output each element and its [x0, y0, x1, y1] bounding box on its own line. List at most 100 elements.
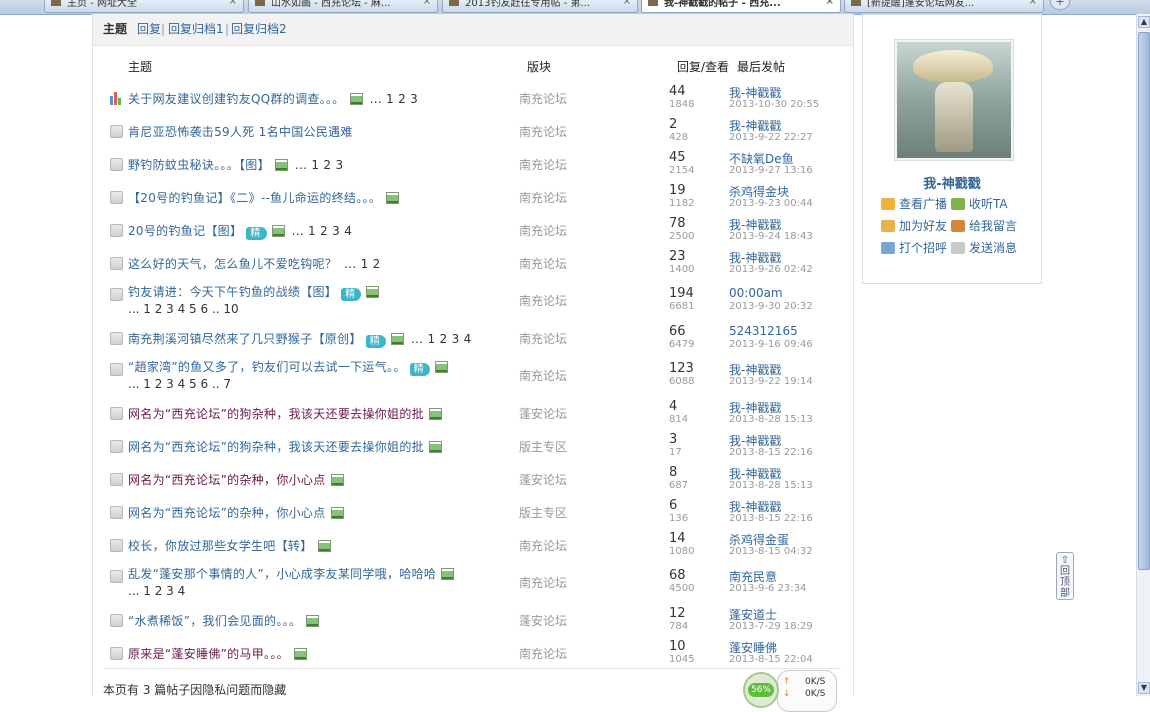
- thread-title-link[interactable]: 网名为“西充论坛”的杂种，你小心点: [128, 506, 326, 520]
- last-post-time-link[interactable]: 2013-9-22 22:27: [729, 132, 813, 143]
- tab-reply-archive-2[interactable]: 回复归档2: [231, 22, 287, 36]
- last-post-time-link[interactable]: 2013-9-16 09:46: [729, 339, 813, 350]
- last-post-time-link[interactable]: 2013-9-24 18:43: [729, 231, 813, 242]
- last-post-time-link[interactable]: 2013-9-23 00:44: [729, 198, 813, 209]
- network-speed-widget[interactable]: 56% ↑ ↓ 0K/S 0K/S: [743, 670, 837, 712]
- last-post-time-link[interactable]: 2013-9-6 23:34: [729, 583, 806, 594]
- thread-forum-link[interactable]: 蓬安论坛: [519, 471, 567, 488]
- thread-row: “水煮稀饭”，我们会见面的。。。 蓬安论坛 12 784 蓬安道士 2013-7-29 1…: [105, 602, 841, 636]
- close-tab-icon[interactable]: ×: [1029, 0, 1037, 7]
- topic-icon: [110, 539, 123, 552]
- thread-title-link[interactable]: “趙家湾”的鱼又多了，钓友们可以去试一下运气。。: [128, 360, 406, 374]
- thread-pagination[interactable]: ... 1 2 3: [295, 158, 344, 172]
- tab-replies[interactable]: 回复: [137, 22, 161, 36]
- last-post-time-link[interactable]: 2013-10-30 20:55: [729, 99, 819, 110]
- thread-forum-link[interactable]: 南充论坛: [519, 156, 567, 173]
- thread-title-link[interactable]: 南充荆溪河镇尽然来了几只野猴子【原创】: [128, 332, 362, 346]
- thread-forum-link[interactable]: 南充论坛: [519, 367, 567, 384]
- thread-forum-link[interactable]: 南充论坛: [519, 255, 567, 272]
- view-broadcast-link[interactable]: 查看广播: [881, 195, 947, 212]
- leave-message-link[interactable]: 给我留言: [951, 217, 1017, 234]
- thread-pagination[interactable]: ... 1 2 3 4 5 6 .. 7: [128, 377, 231, 391]
- last-post-time-link[interactable]: 2013-9-30 20:32: [729, 301, 813, 312]
- thread-forum-link[interactable]: 南充论坛: [519, 537, 567, 554]
- thread-forum-link[interactable]: 南充论坛: [519, 222, 567, 239]
- thread-pagination[interactable]: ... 1 2 3 4: [411, 332, 472, 346]
- say-hello-link[interactable]: 打个招呼: [881, 239, 947, 256]
- close-tab-icon[interactable]: ×: [423, 0, 431, 7]
- thread-pagination[interactable]: ... 1 2 3 4: [128, 584, 185, 598]
- last-post-time-link[interactable]: 2013-9-22 19:14: [729, 376, 813, 387]
- last-post-time-link[interactable]: 2013-9-26 02:42: [729, 264, 813, 275]
- close-tab-icon[interactable]: ×: [229, 0, 237, 7]
- thread-forum-link[interactable]: 版主专区: [519, 438, 567, 455]
- close-tab-icon[interactable]: ×: [623, 0, 631, 7]
- last-post-time-link[interactable]: 2013-7-29 18:29: [729, 621, 813, 632]
- browser-tab-label: 2013钓友赶往专用帖 - 第...: [465, 0, 590, 9]
- last-post-time-link[interactable]: 2013-9-27 13:16: [729, 165, 813, 176]
- vertical-scrollbar[interactable]: ▲ ▼: [1136, 14, 1150, 696]
- last-post-user-link[interactable]: 524312165: [729, 324, 798, 338]
- thread-forum-link[interactable]: 蓬安论坛: [519, 405, 567, 422]
- thread-title-link[interactable]: 钓友请进：今天下午钓鱼的战绩【图】: [128, 285, 337, 299]
- scroll-down-arrow-icon[interactable]: ▼: [1138, 682, 1150, 694]
- thread-title-link[interactable]: 校长，你放过那些女学生吧【转】: [128, 539, 313, 553]
- profile-name[interactable]: 我-神戳戳: [863, 173, 1041, 192]
- last-post-time-link[interactable]: 2013-8-15 04:32: [729, 546, 813, 557]
- thread-forum-link[interactable]: 南充论坛: [519, 90, 567, 107]
- thread-title-link[interactable]: “水煮稀饭”，我们会见面的。。。: [128, 614, 301, 628]
- add-friend-link[interactable]: 加为好友: [881, 217, 947, 234]
- thread-title-link[interactable]: 原来是“蓬安睡佛”的马甲。。。: [128, 647, 289, 661]
- thread-title-link[interactable]: 乱发“蓬安那个事情的人”，小心成李友某同学哦，哈哈哈: [128, 567, 436, 581]
- reply-count: 2: [669, 117, 678, 132]
- last-post-time-link[interactable]: 2013-8-15 22:16: [729, 513, 813, 524]
- thread-forum-link[interactable]: 南充论坛: [519, 574, 567, 591]
- browser-tab[interactable]: 山水如画 - 西充论坛 - 麻... ×: [248, 0, 438, 13]
- thread-forum-link[interactable]: 南充论坛: [519, 292, 567, 309]
- browser-tab[interactable]: 主页 - 网址大全 ×: [44, 0, 244, 13]
- thread-title-link[interactable]: 【20号的钓鱼记】《二》--鱼儿命运的终结。。。: [128, 191, 381, 205]
- thread-title-link[interactable]: 这么好的天气，怎么鱼儿不爱吃钩呢？: [128, 257, 337, 271]
- thread-pagination[interactable]: ... 1 2 3 4 5 6 .. 10: [128, 302, 239, 316]
- thread-title-link[interactable]: 网名为“西充论坛”的狗杂种，我该天还要去操你姐的批: [128, 407, 424, 421]
- thread-row: 网名为“西充论坛”的杂种，你小心点 蓬安论坛 8 687 我-神戳戳 2013-8-28 …: [105, 461, 841, 495]
- thread-forum-link[interactable]: 南充论坛: [519, 123, 567, 140]
- scroll-up-arrow-icon[interactable]: ▲: [1138, 16, 1150, 28]
- thread-forum-link[interactable]: 南充论坛: [519, 189, 567, 206]
- thread-forum-link[interactable]: 蓬安论坛: [519, 612, 567, 629]
- image-attachment-icon: [274, 159, 288, 171]
- thread-forum-link[interactable]: 南充论坛: [519, 330, 567, 347]
- tab-topics[interactable]: 主题: [103, 14, 127, 44]
- image-attachment-icon: [330, 507, 344, 519]
- favicon-icon: [648, 0, 658, 6]
- tab-reply-archive-1[interactable]: 回复归档1: [168, 22, 224, 36]
- last-post-time-link[interactable]: 2013-8-15 22:04: [729, 654, 813, 665]
- follow-link[interactable]: 收听TA: [951, 195, 1008, 212]
- last-post-time-link[interactable]: 2013-8-15 22:16: [729, 447, 813, 458]
- browser-tab[interactable]: [新提醒]蓬安论坛网友... ×: [844, 0, 1044, 13]
- back-to-top-button[interactable]: ⇧ 回顶部: [1056, 552, 1074, 600]
- subnav-separator: |: [225, 22, 230, 36]
- thread-pagination[interactable]: ... 1 2 3: [370, 92, 419, 106]
- thread-title-link[interactable]: 网名为“西充论坛”的杂种，你小心点: [128, 473, 326, 487]
- thread-title-link[interactable]: 野钓防蚊虫秘诀。。。【图】: [128, 158, 270, 172]
- last-post-time-link[interactable]: 2013-8-28 15:13: [729, 480, 813, 491]
- thread-forum-link[interactable]: 版主专区: [519, 504, 567, 521]
- send-message-link[interactable]: 发送消息: [951, 239, 1017, 256]
- avatar[interactable]: [894, 39, 1014, 161]
- last-post-time-link[interactable]: 2013-8-28 15:13: [729, 414, 813, 425]
- topic-icon: [110, 125, 123, 138]
- thread-title-link[interactable]: 网名为“西充论坛”的狗杂种，我该天还要去操你姐的批: [128, 440, 424, 454]
- browser-tab[interactable]: 2013钓友赶往专用帖 - 第... ×: [442, 0, 638, 13]
- thread-forum-link[interactable]: 南充论坛: [519, 645, 567, 662]
- last-post-user-link[interactable]: 00:00am: [729, 286, 783, 300]
- close-tab-icon[interactable]: ×: [826, 0, 834, 7]
- thread-pagination[interactable]: ... 1 2: [344, 257, 380, 271]
- thread-title-link[interactable]: 关于网友建议创建钓友QQ群的调查。。。: [128, 92, 345, 106]
- new-tab-button[interactable]: +: [1050, 0, 1070, 10]
- thread-title-link[interactable]: 20号的钓鱼记【图】: [128, 224, 242, 238]
- thread-pagination[interactable]: ... 1 2 3 4: [292, 224, 353, 238]
- scroll-thumb[interactable]: [1138, 32, 1150, 570]
- thread-title-link[interactable]: 肯尼亚恐怖袭击59人死 1名中国公民遇难: [128, 125, 353, 139]
- browser-tab[interactable]: 我-神戳戳的帖子 - 西充... ×: [641, 0, 841, 13]
